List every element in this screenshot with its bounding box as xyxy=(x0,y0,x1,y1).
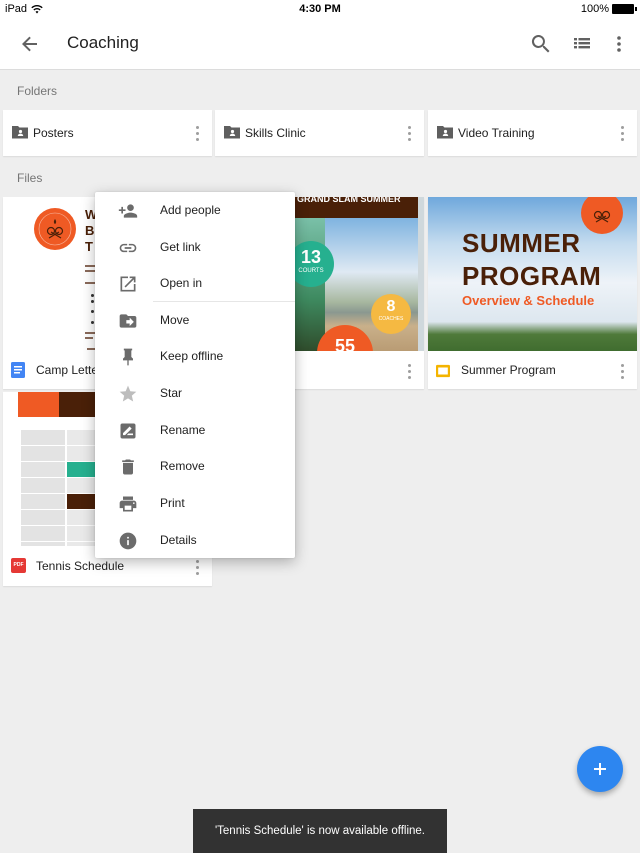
info-icon xyxy=(119,532,137,550)
stat-coaches: 8 COACHES xyxy=(371,294,411,334)
menu-item-remove[interactable]: Remove xyxy=(95,448,295,484)
text-line xyxy=(87,348,95,350)
shared-folder-icon xyxy=(224,126,240,139)
file-footer: Summer Program xyxy=(428,351,637,389)
thumb-subtitle: Overview & Schedule xyxy=(462,293,595,308)
shared-folder-icon xyxy=(12,126,28,139)
arrow-back-icon xyxy=(22,36,37,52)
thumb-logo-block xyxy=(18,392,59,417)
stat-value: 8 xyxy=(386,298,396,315)
files-section-label: Files xyxy=(17,171,43,185)
menu-item-print[interactable]: Print xyxy=(95,485,295,521)
open-in-new-icon xyxy=(120,276,136,292)
folder-name: Posters xyxy=(33,126,74,140)
file-more-button[interactable] xyxy=(192,558,202,576)
file-thumbnail: SUMMER PROGRAM Overview & Schedule xyxy=(428,197,637,353)
folder-card-posters[interactable]: Posters xyxy=(3,110,212,156)
bullet xyxy=(91,310,94,313)
title-line: PROGRAM xyxy=(462,261,602,291)
menu-item-label: Print xyxy=(160,496,185,510)
status-bar: iPad 4:30 PM 100% xyxy=(0,0,640,18)
menu-item-label: Move xyxy=(160,313,190,327)
briarwood-logo xyxy=(34,208,76,250)
menu-item-add-people[interactable]: Add people xyxy=(95,192,295,228)
link-icon xyxy=(119,243,137,253)
app-bar: Coaching xyxy=(0,18,640,70)
new-item-fab[interactable] xyxy=(577,746,623,792)
trash-icon xyxy=(122,459,134,475)
folder-card-video-training[interactable]: Video Training xyxy=(428,110,637,156)
back-button[interactable] xyxy=(18,32,42,56)
folder-more-button[interactable] xyxy=(192,124,202,142)
menu-item-get-link[interactable]: Get link xyxy=(95,229,295,265)
folders-section-label: Folders xyxy=(17,84,58,98)
folder-card-skills-clinic[interactable]: Skills Clinic xyxy=(215,110,424,156)
folder-name: Skills Clinic xyxy=(245,126,306,140)
pdf-icon: PDF xyxy=(11,558,26,573)
text-line xyxy=(85,332,95,334)
menu-item-open-in[interactable]: Open in xyxy=(95,265,295,301)
file-more-button[interactable] xyxy=(404,362,414,380)
star-icon xyxy=(119,385,137,402)
bullet xyxy=(91,321,94,324)
menu-item-label: Rename xyxy=(160,423,206,437)
bullet xyxy=(91,300,94,303)
battery-percent: 100% xyxy=(580,3,609,15)
slides-icon xyxy=(436,364,450,378)
menu-item-star[interactable]: Star xyxy=(95,375,295,411)
file-card-summer-program[interactable]: SUMMER PROGRAM Overview & Schedule Summe… xyxy=(428,197,637,389)
plus-icon xyxy=(594,763,606,775)
more-options-button[interactable] xyxy=(607,32,631,56)
move-to-folder-icon xyxy=(119,314,137,328)
text-line xyxy=(85,337,93,339)
file-name: Camp Letter xyxy=(36,363,103,377)
file-more-button[interactable] xyxy=(617,362,627,380)
shared-folder-icon xyxy=(437,126,453,139)
snackbar: 'Tennis Schedule' is now available offli… xyxy=(193,809,447,853)
title-line: SUMMER xyxy=(462,228,581,258)
menu-item-label: Add people xyxy=(160,203,221,217)
file-name: Summer Program xyxy=(461,363,556,377)
docs-icon xyxy=(11,362,25,378)
text-line xyxy=(85,270,95,272)
menu-item-label: Details xyxy=(160,533,197,547)
menu-item-label: Keep offline xyxy=(160,349,224,363)
print-icon xyxy=(119,496,137,512)
person-add-icon xyxy=(118,204,138,218)
battery-icon xyxy=(612,4,637,14)
list-view-icon xyxy=(574,38,590,49)
menu-item-move[interactable]: Move xyxy=(95,302,295,338)
search-icon xyxy=(531,35,550,53)
thumb-title: SUMMER PROGRAM xyxy=(462,227,601,293)
search-button[interactable] xyxy=(529,32,553,56)
more-vert-icon xyxy=(617,36,621,52)
folder-more-button[interactable] xyxy=(404,124,414,142)
folder-more-button[interactable] xyxy=(617,124,627,142)
status-right: 100% xyxy=(580,3,637,15)
rename-icon xyxy=(120,423,136,439)
schedule-time-column xyxy=(21,430,65,548)
list-view-button[interactable] xyxy=(570,32,594,56)
menu-item-label: Open in xyxy=(160,276,203,290)
bullet xyxy=(91,294,94,297)
context-menu: Add people Get link Open in Move Keep of… xyxy=(95,192,295,558)
menu-item-label: Get link xyxy=(160,240,201,254)
text-line xyxy=(85,282,95,284)
menu-item-keep-offline[interactable]: Keep offline xyxy=(95,338,295,374)
menu-item-label: Star xyxy=(160,386,183,400)
status-time: 4:30 PM xyxy=(299,3,341,15)
menu-item-details[interactable]: Details xyxy=(95,522,295,558)
menu-item-rename[interactable]: Rename xyxy=(95,412,295,448)
file-name: Tennis Schedule xyxy=(36,559,125,573)
pin-icon xyxy=(123,348,133,366)
menu-item-label: Remove xyxy=(160,459,205,473)
page-title: Coaching xyxy=(67,33,139,52)
folder-name: Video Training xyxy=(458,126,535,140)
stat-label: COACHES xyxy=(378,316,404,322)
